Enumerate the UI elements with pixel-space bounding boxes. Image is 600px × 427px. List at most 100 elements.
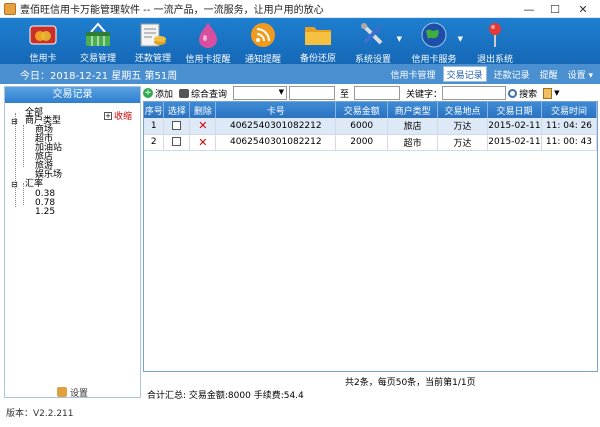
title-bar: 壹佰旺信用卡万能管理软件 -- 一流产品，一流服务，让用户用的放心 — ☐ ✕ xyxy=(0,0,600,18)
tree-item-rate[interactable]: 汇率 xyxy=(25,180,43,189)
toolbar-transactions[interactable]: 交易管理 xyxy=(73,18,123,64)
chevron-down-icon: ▼ xyxy=(554,89,560,97)
collapse-button[interactable]: + 收缩 xyxy=(104,109,132,122)
document-icon xyxy=(543,87,553,99)
search-label: 搜索 xyxy=(519,89,538,100)
cell-card: 4062540301082212 xyxy=(215,118,337,135)
current-date: 今日：2018-12-21 星期五 第51周 xyxy=(20,70,178,82)
settings-icon xyxy=(56,387,67,397)
cell-amount: 6000 xyxy=(335,118,389,135)
nav-card-management[interactable]: 信用卡管理 xyxy=(388,66,439,82)
nav-reminders[interactable]: 提醒 xyxy=(537,66,561,82)
sidebar-title: 交易记录 xyxy=(5,87,140,103)
table: 序号 选择 删除 卡号 交易金额 商户类型 交易地点 交易日期 交易时间 1 ✕… xyxy=(144,102,598,151)
column-header[interactable]: 选择 xyxy=(163,102,191,118)
tools-icon xyxy=(358,21,388,49)
row-checkbox[interactable] xyxy=(172,120,182,130)
toolbar-label: 还款管理 xyxy=(134,54,171,64)
tree-connector xyxy=(15,113,16,207)
keyword-input[interactable] xyxy=(442,86,507,100)
column-header[interactable]: 卡号 xyxy=(215,102,337,118)
toolbar-label: 备份还原 xyxy=(299,54,336,64)
cell-select xyxy=(163,134,191,151)
add-button[interactable]: + 添加 xyxy=(143,87,173,100)
toolbar-notifications[interactable]: 通知提醒 xyxy=(238,18,288,65)
quick-nav: 信用卡管理 交易记录 还款记录 提醒 设置 ▾ xyxy=(384,66,596,82)
toolbar-label: 信用卡 xyxy=(29,54,57,64)
start-date-input[interactable] xyxy=(289,86,336,100)
toolbar-exit[interactable]: 退出系统 xyxy=(470,18,520,65)
pin-icon xyxy=(480,21,510,49)
sidebar-settings-label: 设置 xyxy=(69,388,88,399)
toolbar-card-services[interactable]: 信用卡服务 ▼ xyxy=(409,18,463,65)
nav-transactions[interactable]: 交易记录 xyxy=(442,66,487,82)
app-logo-icon xyxy=(4,2,16,15)
delete-icon[interactable]: ✕ xyxy=(198,136,207,149)
maximize-button[interactable]: ☐ xyxy=(542,1,568,17)
end-date-input[interactable] xyxy=(354,86,401,100)
cell-time: 11: 00: 43 xyxy=(541,134,598,151)
toolbar-repayments[interactable]: 还款管理 xyxy=(128,18,178,64)
query-label: 综合查询 xyxy=(191,89,228,100)
column-header[interactable]: 交易地点 xyxy=(437,102,488,118)
column-header[interactable]: 交易日期 xyxy=(487,102,542,118)
add-label: 添加 xyxy=(155,89,174,100)
query-button[interactable]: 综合查询 xyxy=(179,87,227,100)
type-select[interactable]: ▼ xyxy=(233,86,288,100)
column-header[interactable]: 商户类型 xyxy=(387,102,439,118)
nav-repayments[interactable]: 还款记录 xyxy=(491,66,533,82)
search-button[interactable]: 搜索 xyxy=(508,87,537,100)
chevron-down-icon[interactable]: ▼ xyxy=(458,35,463,43)
tree-toggle-icon[interactable]: ⊟ xyxy=(11,180,18,189)
column-header[interactable]: 删除 xyxy=(189,102,217,118)
toolbar-credit-card[interactable]: 信用卡 xyxy=(18,18,68,64)
totals-summary: 合计汇总: 交易金额:8000 手续费:54.4 xyxy=(147,391,304,401)
info-bar: 今日：2018-12-21 星期五 第51周 信用卡管理 交易记录 还款记录 提… xyxy=(0,64,600,84)
bill-coins-icon xyxy=(138,21,168,48)
toolbar-card-reminder[interactable]: 信用卡提醒 xyxy=(183,18,233,65)
add-icon: + xyxy=(143,88,153,98)
column-header[interactable]: 交易金额 xyxy=(335,102,389,118)
tree-connector xyxy=(23,125,24,167)
drop-icon xyxy=(193,21,223,49)
tree-connector xyxy=(23,183,24,205)
cell-place: 万达 xyxy=(437,134,488,151)
toolbar-backup-restore[interactable]: 备份还原 xyxy=(293,18,343,64)
chevron-down-icon[interactable]: ▼ xyxy=(397,35,402,43)
keyword-label: 关键字： xyxy=(406,89,443,100)
window-controls: — ☐ ✕ xyxy=(516,1,598,17)
chevron-down-icon: ▼ xyxy=(278,88,285,96)
column-header[interactable]: 序号 xyxy=(144,102,165,118)
delete-icon[interactable]: ✕ xyxy=(198,119,207,132)
main-panel: + 添加 综合查询 ▼ 至 关键字： 搜索 ▼ xyxy=(143,85,598,101)
cell-no: 1 xyxy=(144,118,165,135)
cell-date: 2015-02-11 xyxy=(487,118,542,135)
to-label: 至 xyxy=(340,89,350,100)
nav-settings-menu[interactable]: 设置 ▾ xyxy=(565,66,596,82)
cell-card: 4062540301082212 xyxy=(215,134,337,151)
cell-no: 2 xyxy=(144,134,165,151)
cell-type: 旅店 xyxy=(387,118,439,135)
search-bar: + 添加 综合查询 ▼ 至 关键字： 搜索 ▼ xyxy=(143,85,598,101)
close-button[interactable]: ✕ xyxy=(568,1,598,17)
toolbar-system-settings[interactable]: 系统设置 ▼ xyxy=(348,18,402,65)
row-checkbox[interactable] xyxy=(172,137,182,146)
export-button[interactable]: ▼ xyxy=(543,87,560,99)
minimize-button[interactable]: — xyxy=(516,1,542,17)
sidebar-settings-button[interactable]: 设置 xyxy=(4,384,141,400)
tree-toggle-icon[interactable]: ⊟ xyxy=(11,117,18,126)
pagination-info: 共2条，每页50条，当前第1/1页 xyxy=(345,378,476,388)
table-row[interactable]: 2 ✕ 4062540301082212 2000 超市 万达 2015-02-… xyxy=(144,134,598,151)
column-header[interactable]: 交易时间 xyxy=(541,102,598,118)
toolbar-label: 交易管理 xyxy=(79,54,116,64)
version-label: 版本：V2.2.211 xyxy=(6,409,74,419)
cell-time: 11: 04: 26 xyxy=(541,118,598,135)
collapse-label: 收缩 xyxy=(114,112,133,122)
search-icon xyxy=(508,88,518,98)
table-row[interactable]: 1 ✕ 4062540301082212 6000 旅店 万达 2015-02-… xyxy=(144,118,598,135)
binoculars-icon xyxy=(179,88,190,98)
cell-type: 超市 xyxy=(387,134,439,151)
folder-icon xyxy=(303,21,333,48)
table-header: 序号 选择 删除 卡号 交易金额 商户类型 交易地点 交易日期 交易时间 xyxy=(144,102,598,118)
tree-item-rate-value[interactable]: 1.25 xyxy=(35,208,55,217)
